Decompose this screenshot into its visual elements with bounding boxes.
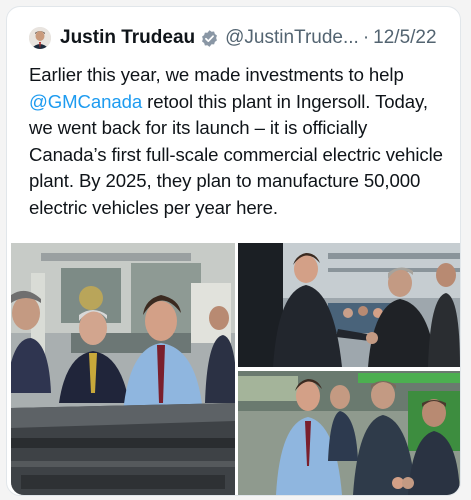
media-photo-3[interactable] (238, 371, 460, 495)
tweet-text: Earlier this year, we made investments t… (29, 62, 449, 221)
author-handle[interactable]: @JustinTrude... (225, 27, 359, 49)
verified-badge-icon (200, 29, 219, 48)
tweet-date[interactable]: 12/5/22 (373, 27, 436, 49)
tweet-text-part: Earlier this year, we made investments t… (29, 64, 404, 85)
media-grid (11, 243, 460, 495)
separator-dot: · (362, 27, 370, 48)
author-avatar[interactable] (29, 27, 51, 49)
media-photo-1[interactable] (11, 243, 235, 495)
mention-link[interactable]: @GMCanada (29, 91, 142, 112)
tweet-header: Justin Trudeau @JustinTrude... · 12/5/22 (29, 23, 437, 53)
media-photo-2[interactable] (238, 243, 460, 367)
tweet-card[interactable]: Justin Trudeau @JustinTrude... · 12/5/22… (6, 6, 461, 496)
author-name[interactable]: Justin Trudeau (60, 27, 195, 49)
